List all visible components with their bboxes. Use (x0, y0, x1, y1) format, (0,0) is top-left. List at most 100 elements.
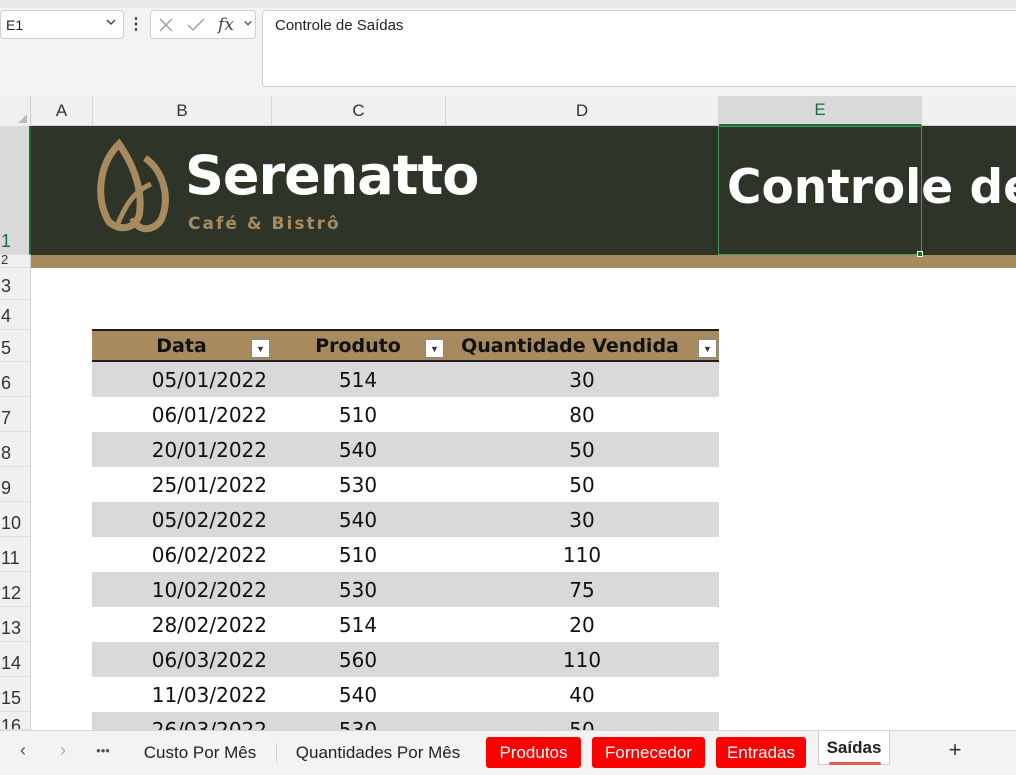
table-header: Data ▼ Produto ▼ Quantidade Vendida ▼ (92, 329, 719, 362)
cell-data[interactable]: 05/01/2022 (92, 362, 267, 397)
fill-handle[interactable] (917, 251, 923, 257)
cell-quantidade[interactable]: 40 (445, 677, 719, 712)
formula-buttons: fx (150, 10, 256, 39)
cell-produto[interactable]: 510 (271, 537, 445, 572)
tab-saidas[interactable]: Saídas (818, 731, 890, 765)
sheet-tab-bar: ‹ › ••• Custo Por Mês Quantidades Por Mê… (0, 730, 1016, 775)
cell-data[interactable]: 25/01/2022 (92, 467, 267, 502)
row-header-6[interactable]: 6 (0, 362, 31, 397)
tab-produtos[interactable]: Produtos (486, 737, 581, 768)
column-header-a[interactable]: A (31, 96, 93, 126)
cell-data[interactable]: 28/02/2022 (92, 607, 267, 642)
cell-produto[interactable]: 530 (271, 467, 445, 502)
row-header-9[interactable]: 9 (0, 467, 31, 502)
table-row: 05/01/2022 514 30 (92, 362, 719, 397)
header-produto: Produto (315, 334, 401, 357)
cell-quantidade[interactable]: 20 (445, 607, 719, 642)
table-row: 06/02/2022 510 110 (92, 537, 719, 572)
name-box-value: E1 (6, 16, 24, 33)
add-sheet-icon[interactable]: + (944, 737, 966, 762)
select-all-corner[interactable] (0, 96, 31, 126)
cell-produto[interactable]: 560 (271, 642, 445, 677)
cell-produto[interactable]: 514 (271, 362, 445, 397)
column-header-b[interactable]: B (93, 96, 272, 126)
row-header-16[interactable]: 16 (0, 712, 31, 730)
cell-data[interactable]: 06/01/2022 (92, 397, 267, 432)
row-header-5[interactable]: 5 (0, 330, 31, 362)
cell-produto[interactable]: 514 (271, 607, 445, 642)
cell-quantidade[interactable]: 80 (445, 397, 719, 432)
filter-dropdown-icon[interactable]: ▼ (251, 339, 270, 358)
cell-quantidade[interactable]: 50 (445, 432, 719, 467)
chevron-down-icon[interactable] (243, 18, 253, 31)
column-header-d[interactable]: D (446, 96, 719, 126)
row-header-3[interactable]: 3 (0, 268, 31, 300)
cell-data[interactable]: 06/03/2022 (92, 642, 267, 677)
name-box[interactable]: E1 (0, 10, 124, 39)
cell-data[interactable]: 10/02/2022 (92, 572, 267, 607)
row-header-2[interactable]: 2 (0, 255, 31, 268)
cell-produto[interactable]: 540 (271, 502, 445, 537)
cell-quantidade[interactable]: 110 (445, 537, 719, 572)
ribbon-edge (0, 0, 1016, 8)
prev-sheet-icon[interactable]: ‹ (12, 739, 34, 761)
column-headers: A B C D E (0, 96, 1016, 126)
column-header-c[interactable]: C (272, 96, 446, 126)
leaf-logo-icon (97, 138, 169, 233)
row-header-10[interactable]: 10 (0, 502, 31, 537)
table-row: 26/03/2022 530 50 (92, 712, 719, 730)
cell-produto[interactable]: 540 (271, 677, 445, 712)
cell-produto[interactable]: 540 (271, 432, 445, 467)
cell-quantidade[interactable]: 30 (445, 502, 719, 537)
row-header-15[interactable]: 15 (0, 677, 31, 712)
cell-produto[interactable]: 510 (271, 397, 445, 432)
table-row: 28/02/2022 514 20 (92, 607, 719, 642)
cell-quantidade[interactable]: 75 (445, 572, 719, 607)
row-header-13[interactable]: 13 (0, 607, 31, 642)
more-sheets-icon[interactable]: ••• (92, 739, 114, 761)
active-tab-indicator (829, 762, 881, 765)
tab-custo-por-mes[interactable]: Custo Por Mês (130, 737, 270, 768)
row-header-7[interactable]: 7 (0, 397, 31, 432)
cell-produto[interactable]: 530 (271, 572, 445, 607)
tab-fornecedor[interactable]: Fornecedor (592, 737, 705, 768)
filter-dropdown-icon[interactable]: ▼ (698, 339, 717, 358)
cell-data[interactable]: 11/03/2022 (92, 677, 267, 712)
next-sheet-icon[interactable]: › (52, 739, 74, 761)
cell-data[interactable]: 20/01/2022 (92, 432, 267, 467)
row-header-4[interactable]: 4 (0, 300, 31, 330)
formula-input[interactable]: Controle de Saídas (262, 10, 1016, 87)
table-row: 06/03/2022 560 110 (92, 642, 719, 677)
table-row: 06/01/2022 510 80 (92, 397, 719, 432)
tab-entradas[interactable]: Entradas (716, 737, 806, 768)
cell-data[interactable]: 06/02/2022 (92, 537, 267, 572)
tab-separator (276, 743, 277, 763)
cell-quantidade[interactable]: 30 (445, 362, 719, 397)
row-header-11[interactable]: 11 (0, 537, 31, 572)
header-data: Data (156, 334, 207, 357)
row-header-12[interactable]: 12 (0, 572, 31, 607)
tab-quantidades-por-mes[interactable]: Quantidades Por Mês (286, 737, 470, 768)
cell-produto[interactable]: 530 (271, 712, 445, 731)
chevron-down-icon[interactable] (105, 16, 117, 31)
more-options-icon[interactable]: ⋮ (128, 12, 144, 36)
cell-data[interactable]: 05/02/2022 (92, 502, 267, 537)
row-header-8[interactable]: 8 (0, 432, 31, 467)
selected-cell-e1[interactable] (718, 126, 922, 255)
cell-quantidade[interactable]: 50 (445, 712, 719, 731)
row-header-1[interactable]: 1 (0, 126, 31, 255)
cell-quantidade[interactable]: 110 (445, 642, 719, 677)
row-header-14[interactable]: 14 (0, 642, 31, 677)
cancel-icon[interactable] (151, 11, 181, 38)
column-header-e[interactable]: E (719, 96, 922, 126)
brand-name: Serenatto (185, 144, 479, 207)
insert-function-icon[interactable]: fx (211, 11, 241, 38)
confirm-icon[interactable] (181, 11, 211, 38)
filter-dropdown-icon[interactable]: ▼ (425, 339, 444, 358)
header-quantidade: Quantidade Vendida (461, 334, 679, 357)
table-row: 20/01/2022 540 50 (92, 432, 719, 467)
table-row: 25/01/2022 530 50 (92, 467, 719, 502)
cell-quantidade[interactable]: 50 (445, 467, 719, 502)
cell-data[interactable]: 26/03/2022 (92, 712, 267, 731)
table-row: 11/03/2022 540 40 (92, 677, 719, 712)
